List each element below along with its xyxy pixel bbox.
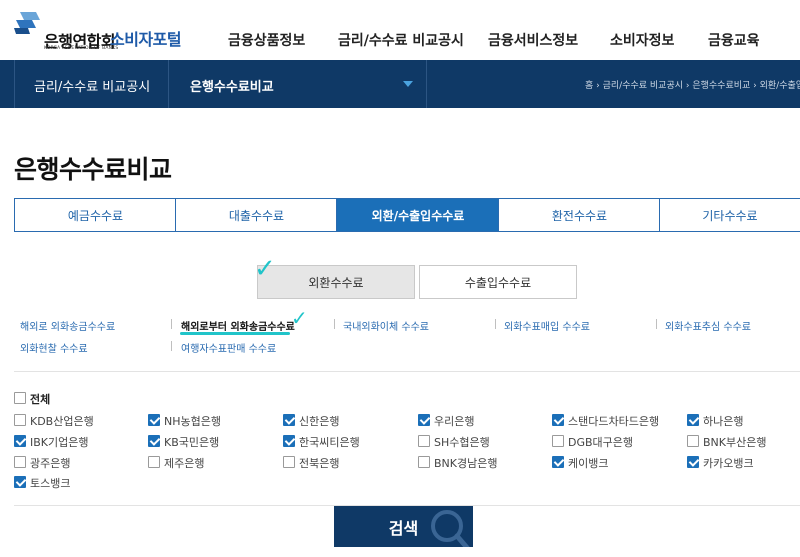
dropdown-arrow-icon[interactable] xyxy=(403,81,413,87)
bank-checkbox-label[interactable]: SH수협은행 xyxy=(434,434,490,450)
bank-checkbox[interactable] xyxy=(14,456,26,468)
annotation-check-icon: ✓ xyxy=(254,254,276,284)
bank-checkbox-label[interactable]: BNK경남은행 xyxy=(434,455,497,471)
subnav-page-select[interactable]: 은행수수료비교 xyxy=(190,76,274,95)
bank-checkbox[interactable] xyxy=(283,435,295,447)
bank-checkbox-label[interactable]: 광주은행 xyxy=(30,455,70,471)
fee-link-cash[interactable]: 외화현찰 수수료 xyxy=(20,340,88,355)
bank-checkbox[interactable] xyxy=(418,456,430,468)
bank-checkbox[interactable] xyxy=(418,414,430,426)
bank-checkbox[interactable] xyxy=(552,414,564,426)
bank-checkbox[interactable] xyxy=(14,435,26,447)
portal-name: 소비자포털 xyxy=(110,30,182,49)
site-header: 은행연합회 KOREA FEDERATION OF BANKS 소비자포털 금융… xyxy=(0,0,800,60)
bank-checkbox-label[interactable]: NH농협은행 xyxy=(164,413,221,429)
bank-checkbox[interactable] xyxy=(14,476,26,488)
search-button-label: 검색 xyxy=(388,518,419,538)
divider xyxy=(495,319,496,329)
bank-checkbox-label[interactable]: 신한은행 xyxy=(299,413,339,429)
subnav-section[interactable]: 금리/수수료 비교공시 xyxy=(34,76,150,95)
logo-subtitle: KOREA FEDERATION OF BANKS xyxy=(44,46,119,51)
gnb-consumer-info[interactable]: 소비자정보 xyxy=(610,30,674,50)
gnb-rate-fee-comparison[interactable]: 금리/수수료 비교공시 xyxy=(338,30,464,50)
subtab-trade-fee[interactable]: 수출입수수료 xyxy=(419,265,577,299)
tab-other-fee[interactable]: 기타수수료 xyxy=(659,198,800,232)
bank-checkbox-label[interactable]: BNK부산은행 xyxy=(703,434,766,450)
subtab-forex-fee[interactable]: 외환수수료 xyxy=(257,265,415,299)
bank-checkbox[interactable] xyxy=(14,414,26,426)
bank-checkbox-label[interactable]: IBK기업은행 xyxy=(30,434,88,450)
divider xyxy=(656,319,657,329)
gnb-financial-services[interactable]: 금융서비스정보 xyxy=(488,30,578,50)
search-button[interactable]: 검색 xyxy=(334,506,473,547)
gnb-financial-education[interactable]: 금융교육 xyxy=(708,30,760,50)
main-tabs: 예금수수료 대출수수료 외환/수출입수수료 환전수수료 기타수수료 xyxy=(14,198,800,232)
bank-checkbox[interactable] xyxy=(552,435,564,447)
logo[interactable]: 은행연합회 KOREA FEDERATION OF BANKS 소비자포털 xyxy=(14,8,204,52)
bank-checkbox[interactable] xyxy=(148,456,160,468)
bank-checkbox-label[interactable]: KB국민은행 xyxy=(164,434,219,450)
annotation-check-icon: ✓ xyxy=(291,306,308,330)
divider xyxy=(334,319,335,329)
bank-checkbox[interactable] xyxy=(687,414,699,426)
bank-checkbox[interactable] xyxy=(418,435,430,447)
logo-mark-icon xyxy=(14,12,40,34)
annotation-underline xyxy=(180,332,290,335)
bank-checkbox[interactable] xyxy=(552,456,564,468)
tab-deposit-fee[interactable]: 예금수수료 xyxy=(14,198,176,232)
tab-loan-fee[interactable]: 대출수수료 xyxy=(175,198,337,232)
search-icon xyxy=(431,510,470,547)
bank-checkbox-label[interactable]: 토스뱅크 xyxy=(30,475,70,491)
bank-checkbox[interactable] xyxy=(687,456,699,468)
fee-link-check-purchase[interactable]: 외화수표매입 수수료 xyxy=(504,318,590,333)
bank-checkbox-label[interactable]: 우리은행 xyxy=(434,413,474,429)
bank-checkbox-label[interactable]: DGB대구은행 xyxy=(568,434,633,450)
divider xyxy=(168,60,169,108)
page-title: 은행수수료비교 xyxy=(14,155,172,184)
fee-link-check-collection[interactable]: 외화수표추심 수수료 xyxy=(665,318,751,333)
divider xyxy=(426,60,427,108)
tab-exchange-fee[interactable]: 환전수수료 xyxy=(498,198,660,232)
divider xyxy=(171,319,172,329)
gnb-financial-products[interactable]: 금융상품정보 xyxy=(228,30,305,50)
bank-checkbox[interactable] xyxy=(148,414,160,426)
fee-link-inward-remittance[interactable]: 해외로부터 외화송금수수료 xyxy=(181,318,295,333)
bank-checkbox-label[interactable]: 한국씨티은행 xyxy=(299,434,360,450)
bank-checkbox[interactable] xyxy=(283,456,295,468)
divider xyxy=(14,60,15,108)
bank-checkbox-label[interactable]: 전북은행 xyxy=(299,455,339,471)
bank-checkbox-label[interactable]: 스탠다드차타드은행 xyxy=(568,413,659,429)
breadcrumb: 홈 › 금리/수수료 비교공시 › 은행수수료비교 › 외환/수출입 xyxy=(585,81,800,91)
bank-checkbox[interactable] xyxy=(283,414,295,426)
fee-link-outward-remittance[interactable]: 해외로 외화송금수수료 xyxy=(20,318,115,333)
divider xyxy=(171,341,172,351)
tab-forex-trade-fee[interactable]: 외환/수출입수수료 xyxy=(336,198,499,232)
bank-checkbox[interactable] xyxy=(687,435,699,447)
bank-checkbox[interactable] xyxy=(148,435,160,447)
select-all-label: 전체 xyxy=(30,393,51,406)
divider xyxy=(14,371,800,372)
bank-checkbox-label[interactable]: 카카오뱅크 xyxy=(703,455,754,471)
fee-link-travelers-check[interactable]: 여행자수표판매 수수료 xyxy=(181,340,276,355)
bank-checkbox-label[interactable]: 하나은행 xyxy=(703,413,743,429)
bank-checkbox-label[interactable]: 제주은행 xyxy=(164,455,204,471)
sub-navigation-bar: 금리/수수료 비교공시 은행수수료비교 홈 › 금리/수수료 비교공시 › 은행… xyxy=(0,60,800,108)
fee-link-domestic-transfer[interactable]: 국내외화이체 수수료 xyxy=(343,318,429,333)
bank-checkbox-label[interactable]: KDB산업은행 xyxy=(30,413,94,429)
bank-checkbox-label[interactable]: 케이뱅크 xyxy=(568,455,608,471)
select-all-checkbox[interactable] xyxy=(14,392,26,404)
